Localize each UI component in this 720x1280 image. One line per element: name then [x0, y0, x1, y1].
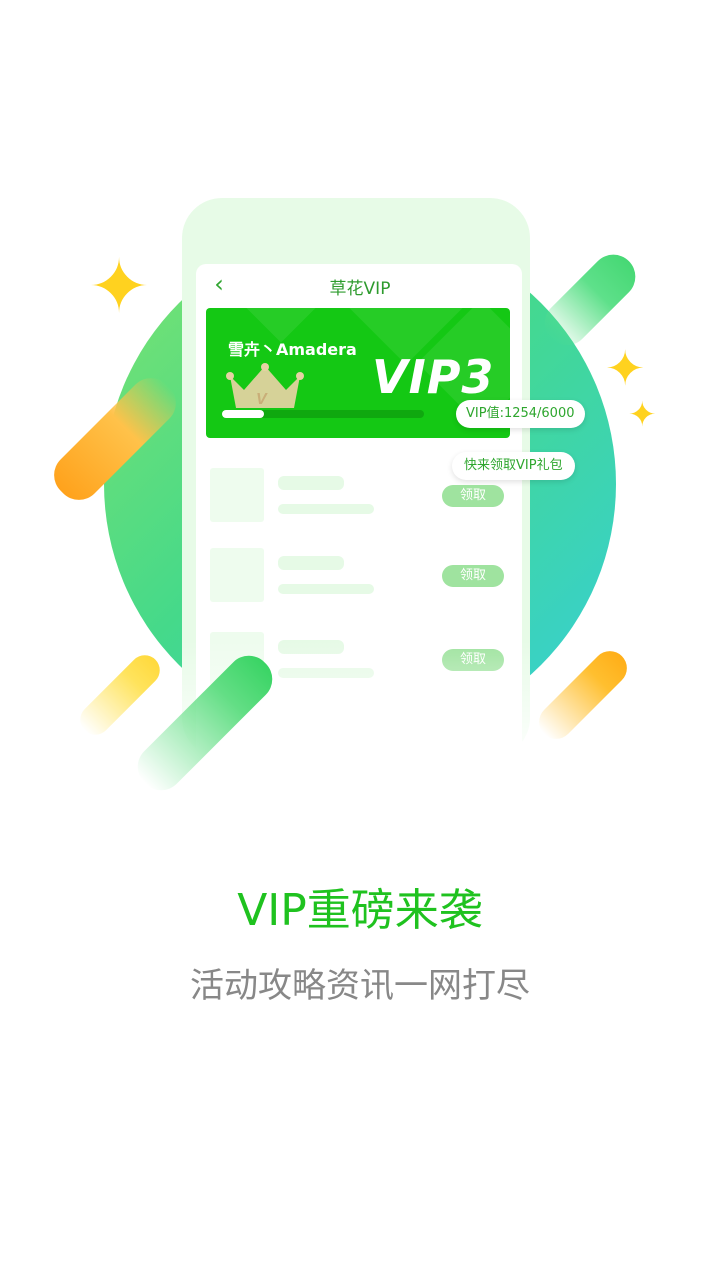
- chevron-left-icon[interactable]: ‹: [208, 270, 230, 298]
- decor-stripe-yellow-left: [74, 649, 166, 741]
- decor-stripe-green-top: [535, 245, 645, 355]
- list-item-thumbnail: [210, 548, 264, 602]
- promo-subline: 活动攻略资讯一网打尽: [190, 966, 530, 1006]
- list-item-title-placeholder: [278, 476, 344, 490]
- crown-icon: V: [226, 363, 304, 408]
- list-item-title-placeholder: [278, 556, 344, 570]
- svg-text:V: V: [256, 391, 268, 408]
- sparkle-icon: ✦: [628, 395, 657, 435]
- list-item-desc-placeholder: [278, 504, 374, 514]
- gift-prompt-bubble[interactable]: 快来领取VIP礼包: [452, 452, 575, 480]
- vip-level-badge: VIP3: [372, 350, 495, 404]
- vip-value-bubble: VIP值:1254/6000: [456, 400, 585, 428]
- list-item-thumbnail: [210, 468, 264, 522]
- claim-button[interactable]: 领取: [442, 565, 504, 587]
- nav-title: 草花VIP: [329, 279, 391, 299]
- username: 雪卉丶Amadera: [228, 340, 357, 359]
- vip-progress-fill: [222, 410, 265, 418]
- sparkle-icon: ✦: [605, 341, 646, 397]
- sparkle-icon: ✦: [88, 244, 151, 330]
- promo-headline: VIP重磅来袭: [237, 885, 483, 936]
- claim-button[interactable]: 领取: [442, 485, 504, 507]
- list-item-desc-placeholder: [278, 584, 374, 594]
- decor-stripe-orange-right: [532, 644, 634, 746]
